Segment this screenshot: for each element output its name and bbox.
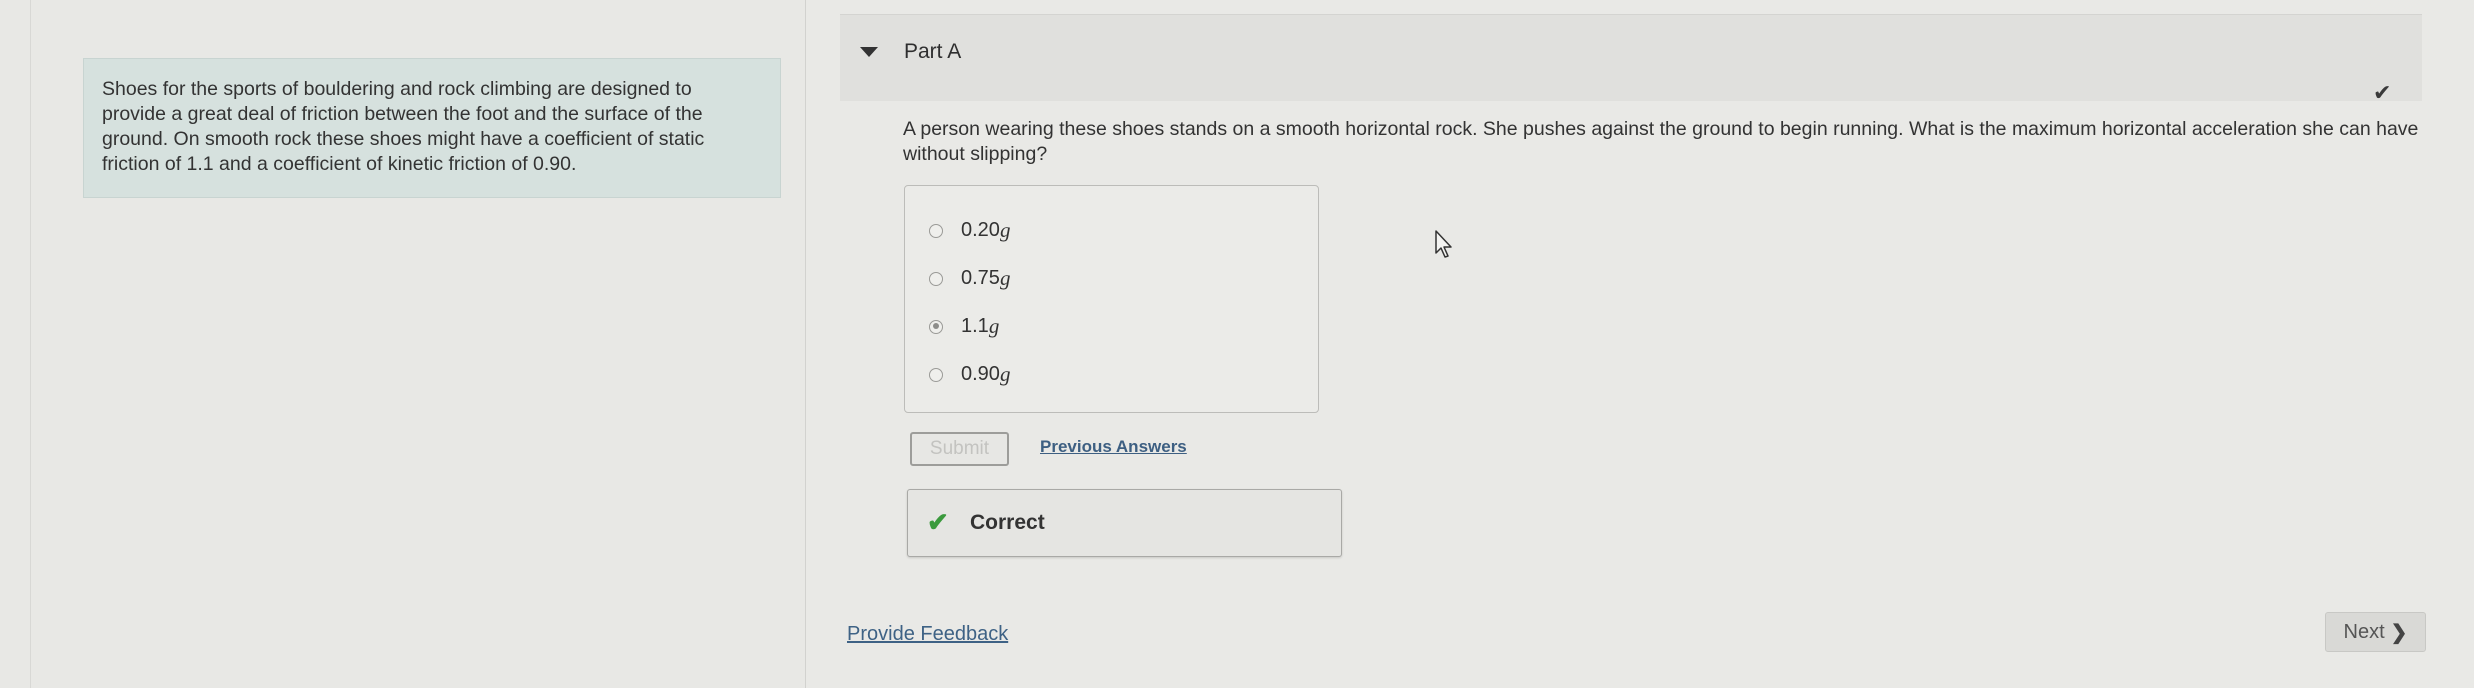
checkmark-icon: ✔ [927,507,949,537]
choice-value: 0.90 [961,363,1000,385]
choice-0.75g[interactable]: 0.75 g [929,266,1010,291]
next-label: Next [2343,620,2385,643]
collapse-caret-icon[interactable] [860,47,878,57]
previous-answers-link[interactable]: Previous Answers [1040,437,1187,457]
choice-unit: g [988,314,1000,338]
radio-button[interactable] [929,223,943,238]
provide-feedback-link[interactable]: Provide Feedback [847,623,1008,646]
problem-intro: Shoes for the sports of bouldering and r… [83,58,781,198]
question-text: A person wearing these shoes stands on a… [903,118,2419,165]
answer-choices: 0.20 g 0.75 g 1.1 g 0.90 g [904,185,1319,413]
radio-button[interactable] [929,271,943,286]
choice-unit: g [999,218,1011,242]
choice-0.20g[interactable]: 0.20 g [929,218,1010,243]
checkmark-icon: ✔ [2373,80,2392,105]
next-button[interactable]: Next ❯ [2325,612,2426,652]
result-feedback: ✔ Correct [907,489,1342,557]
result-label: Correct [970,511,1045,534]
divider [30,0,31,688]
chevron-right-icon: ❯ [2390,621,2408,644]
choice-unit: g [999,266,1011,290]
part-title[interactable]: Part A [904,40,961,64]
choice-1.1g[interactable]: 1.1 g [929,314,999,339]
choice-0.90g[interactable]: 0.90 g [929,362,1010,387]
choice-value: 0.75 [961,267,1000,289]
mouse-pointer-icon [1434,229,1456,264]
choice-value: 1.1 [961,315,989,337]
radio-button[interactable] [929,367,943,382]
part-header[interactable] [840,14,2422,101]
radio-button-selected[interactable] [929,319,943,334]
choice-unit: g [999,362,1011,386]
choice-value: 0.20 [961,219,1000,241]
submit-button[interactable]: Submit [910,432,1009,466]
